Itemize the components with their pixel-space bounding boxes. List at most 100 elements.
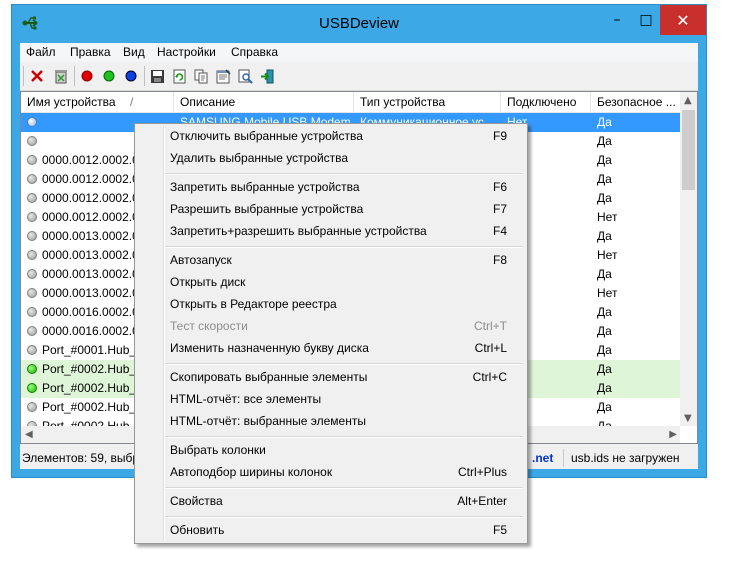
context-menu: Отключить выбранные устройства F9 Удалить … (134, 123, 528, 544)
device-status-dot-icon (27, 250, 37, 260)
cell-device-name: 0000.0013.0002.00 (42, 286, 146, 300)
toolbar-separator (74, 66, 75, 86)
context-menu-item[interactable]: Разрешить выбранные устройства F7 (137, 199, 525, 221)
context-menu-item-label: Удалить выбранные устройства (170, 151, 349, 165)
properties-icon[interactable] (214, 67, 232, 85)
status-usb-ids: usb.ids не загружен (571, 451, 680, 465)
refresh-icon[interactable] (170, 67, 188, 85)
device-status-dot-icon (27, 231, 37, 241)
sort-indicator-icon: / (130, 95, 134, 109)
context-menu-item-label: Отключить выбранные устройства (170, 129, 363, 143)
cell-device-name: 0000.0016.0002.00 (42, 324, 146, 338)
context-menu-item[interactable]: Выбрать колонки (137, 440, 525, 462)
device-status-dot-icon (27, 383, 37, 393)
cell-safe-removal: Да (597, 153, 612, 167)
device-status-dot-icon (27, 117, 37, 127)
column-label: Имя устройства (27, 95, 116, 109)
column-header-device-type[interactable]: Тип устройства (354, 92, 501, 112)
context-menu-item[interactable]: Свойства Alt+Enter (137, 491, 525, 513)
save-icon[interactable] (148, 67, 166, 85)
device-status-dot-icon (27, 155, 37, 165)
context-menu-shortcut: F4 (492, 224, 507, 238)
device-status-dot-icon (27, 326, 37, 336)
blue-dot-icon[interactable] (122, 67, 140, 85)
find-icon[interactable] (236, 67, 254, 85)
cell-device-name: 0000.0013.0002.00 (42, 267, 146, 281)
context-menu-item-label: Обновить (170, 523, 225, 537)
context-menu-item[interactable]: HTML-отчёт: все элементы (137, 389, 525, 411)
uninstall-icon[interactable] (52, 67, 70, 85)
context-menu-shortcut: F9 (492, 129, 507, 143)
cell-device-name: 0000.0013.0002.00 (42, 248, 146, 262)
context-menu-item-label: Скопировать выбранные элементы (170, 370, 368, 384)
context-menu-item[interactable]: Автоподбор ширины колонок Ctrl+Plus (137, 462, 525, 484)
device-status-dot-icon (27, 193, 37, 203)
context-menu-separator (165, 173, 523, 175)
context-menu-shortcut: Ctrl+C (472, 370, 507, 384)
toolbar-separator (144, 66, 145, 86)
disconnect-icon[interactable] (28, 67, 46, 85)
context-menu-item-label: Запретить выбранные устройства (170, 180, 360, 194)
menu-view[interactable]: Вид (123, 45, 145, 59)
toolbar (20, 62, 698, 91)
minimize-button[interactable]: – (602, 5, 632, 35)
context-menu-item[interactable]: Отключить выбранные устройства F9 (137, 126, 525, 148)
title-bar[interactable]: USBDeview – □ ✕ (12, 5, 706, 43)
scroll-right-arrow-icon[interactable]: ▶ (669, 429, 677, 440)
column-header-connected[interactable]: Подключено (501, 92, 591, 112)
cell-safe-removal: Да (597, 134, 612, 148)
context-menu-item-label: Открыть в Редакторе реестра (170, 297, 337, 311)
column-header-safe-removal[interactable]: Безопасное ... (591, 92, 681, 112)
status-link[interactable]: .net (532, 450, 553, 467)
context-menu-separator (165, 246, 523, 248)
green-dot-icon[interactable] (100, 67, 118, 85)
red-dot-icon[interactable] (78, 67, 96, 85)
device-status-dot-icon (27, 269, 37, 279)
context-menu-item[interactable]: Открыть диск (137, 272, 525, 294)
cell-safe-removal: Нет (597, 210, 618, 224)
context-menu-item-label: Разрешить выбранные устройства (170, 202, 364, 216)
maximize-button[interactable]: □ (631, 5, 661, 35)
context-menu-item[interactable]: Автозапуск F8 (137, 250, 525, 272)
context-menu-shortcut: Ctrl+L (474, 341, 507, 355)
column-header-description[interactable]: Описание (174, 92, 354, 112)
cell-device-name: 0000.0012.0002.00 (42, 172, 146, 186)
cell-safe-removal: Да (597, 400, 612, 414)
context-menu-separator (165, 487, 523, 489)
context-menu-item[interactable]: Скопировать выбранные элементы Ctrl+C (137, 367, 525, 389)
column-header-device-name[interactable]: Имя устройства / (21, 92, 174, 112)
menu-settings[interactable]: Настройки (157, 45, 216, 59)
menu-edit[interactable]: Правка (70, 45, 111, 59)
device-status-dot-icon (27, 402, 37, 412)
context-menu-item[interactable]: Запретить+разрешить выбранные устройства… (137, 221, 525, 243)
cell-safe-removal: Да (597, 229, 612, 243)
copy-icon[interactable] (192, 67, 210, 85)
cell-device-name: Port_#0002.Hub_ (42, 400, 137, 414)
context-menu-item[interactable]: Обновить F5 (137, 520, 525, 542)
context-menu-item[interactable]: HTML-отчёт: выбранные элементы (137, 411, 525, 433)
cell-safe-removal: Да (597, 324, 612, 338)
context-menu-shortcut: Ctrl+T (474, 319, 507, 333)
menu-help[interactable]: Справка (231, 45, 278, 59)
close-button[interactable]: ✕ (660, 5, 706, 35)
vertical-scroll-thumb[interactable] (682, 110, 695, 190)
menu-file[interactable]: Файл (26, 45, 56, 59)
context-menu-item[interactable]: Запретить выбранные устройства F6 (137, 177, 525, 199)
device-status-dot-icon (27, 288, 37, 298)
device-status-dot-icon (27, 307, 37, 317)
context-menu-item[interactable]: Открыть в Редакторе реестра (137, 294, 525, 316)
cell-device-name: 0000.0012.0002.00 (42, 210, 146, 224)
vertical-scrollbar[interactable]: ▲ ▼ (680, 92, 697, 426)
exit-icon[interactable] (258, 67, 276, 85)
cell-device-name: 0000.0016.0002.00 (42, 305, 146, 319)
context-menu-shortcut: F5 (492, 523, 507, 537)
context-menu-item-label: Свойства (170, 494, 223, 508)
scroll-down-arrow-icon[interactable]: ▼ (684, 413, 692, 424)
cell-device-name: 0000.0012.0002.00 (42, 153, 146, 167)
device-status-dot-icon (27, 136, 37, 146)
context-menu-item-label: Автозапуск (170, 253, 232, 267)
scroll-left-arrow-icon[interactable]: ◀ (25, 429, 33, 440)
context-menu-item[interactable]: Изменить назначенную букву диска Ctrl+L (137, 338, 525, 360)
scroll-up-arrow-icon[interactable]: ▲ (684, 95, 692, 106)
context-menu-item[interactable]: Удалить выбранные устройства (137, 148, 525, 170)
